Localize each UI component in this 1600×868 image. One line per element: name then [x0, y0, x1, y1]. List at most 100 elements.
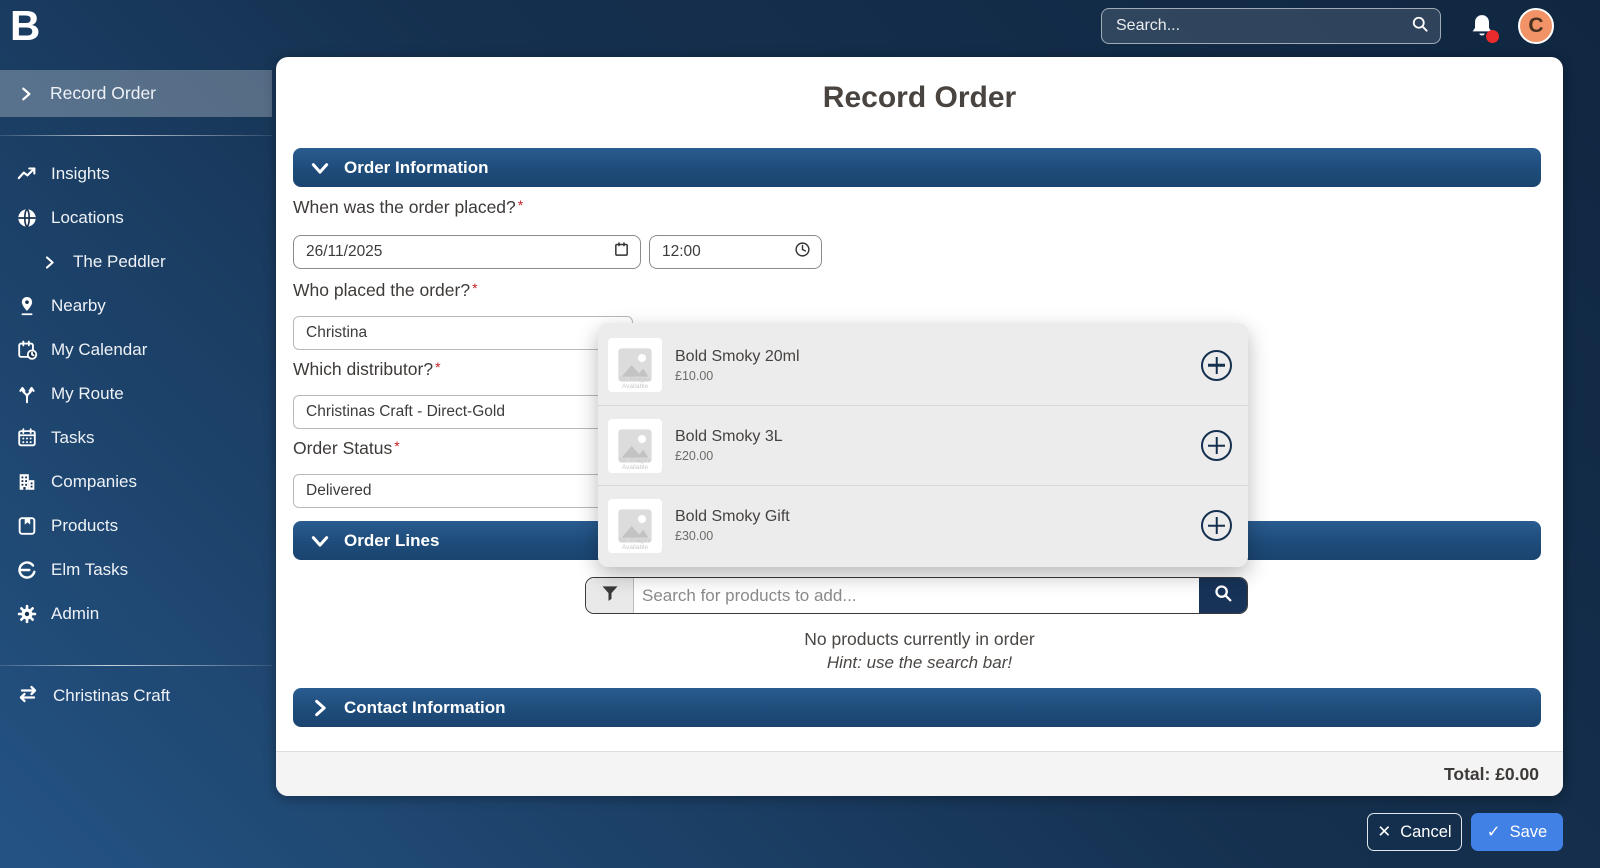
- distributor-label: Which distributor?*: [293, 359, 441, 380]
- chevron-right-icon: [38, 251, 60, 273]
- add-product-button[interactable]: [1201, 350, 1232, 381]
- section-title: Order Information: [344, 158, 489, 178]
- order-total: Total: £0.00: [1444, 764, 1539, 785]
- sidebar-item-nearby[interactable]: Nearby: [0, 284, 272, 328]
- sidebar-item-tasks[interactable]: Tasks: [0, 416, 272, 460]
- sidebar-item-label: My Route: [51, 384, 124, 404]
- sidebar-item-the-peddler[interactable]: The Peddler: [0, 240, 272, 284]
- search-icon: [1410, 14, 1430, 39]
- no-image-caption: No Images Available: [608, 376, 662, 390]
- sidebar-item-insights[interactable]: Insights: [0, 152, 272, 196]
- map-pin-icon: [16, 295, 38, 317]
- product-result-row[interactable]: No Images Available Bold Smoky 20ml £10.…: [598, 325, 1248, 405]
- trend-up-icon: [16, 163, 38, 185]
- sidebar-item-label: Locations: [51, 208, 124, 228]
- close-icon: ✕: [1377, 822, 1391, 842]
- sidebar-item-my-route[interactable]: My Route: [0, 372, 272, 416]
- sidebar-item-locations[interactable]: Locations: [0, 196, 272, 240]
- who-label: Who placed the order?*: [293, 280, 478, 301]
- product-image-placeholder: No Images Available: [608, 499, 662, 553]
- global-search[interactable]: [1101, 8, 1441, 44]
- product-price: £30.00: [675, 529, 1201, 543]
- chevron-right-icon: [310, 698, 330, 718]
- product-info: Bold Smoky Gift £30.00: [675, 508, 1201, 543]
- sidebar-item-label: Insights: [51, 164, 110, 184]
- product-info: Bold Smoky 3L £20.00: [675, 428, 1201, 463]
- page-title: Record Order: [276, 81, 1563, 115]
- add-product-button[interactable]: [1201, 510, 1232, 541]
- time-input[interactable]: 12:00: [649, 235, 822, 269]
- required-marker: *: [394, 438, 399, 454]
- check-icon: ✓: [1487, 822, 1501, 842]
- notifications-button[interactable]: [1467, 11, 1501, 47]
- form-actions: ✕ Cancel ✓ Save: [0, 796, 1600, 868]
- chevron-down-icon: [310, 158, 330, 178]
- section-title: Order Lines: [344, 531, 439, 551]
- app-logo[interactable]: B: [10, 2, 39, 50]
- sidebar-item-label: Companies: [51, 472, 137, 492]
- save-button[interactable]: ✓ Save: [1471, 813, 1563, 851]
- empty-order-hint: Hint: use the search bar!: [276, 653, 1563, 673]
- sidebar-divider: [0, 665, 272, 666]
- topbar: B C: [0, 0, 1600, 57]
- no-image-caption: No Images Available: [608, 537, 662, 551]
- product-search-input[interactable]: [634, 578, 1199, 613]
- route-icon: [16, 383, 38, 405]
- product-info: Bold Smoky 20ml £10.00: [675, 348, 1201, 383]
- sidebar-item-elm-tasks[interactable]: Elm Tasks: [0, 548, 272, 592]
- sidebar-item-my-calendar[interactable]: My Calendar: [0, 328, 272, 372]
- global-search-input[interactable]: [1116, 17, 1410, 35]
- sidebar-item-label: Tasks: [51, 428, 94, 448]
- product-result-row[interactable]: No Images Available Bold Smoky Gift £30.…: [598, 485, 1248, 565]
- product-search-bar: [585, 577, 1248, 614]
- product-search-button[interactable]: [1199, 578, 1247, 613]
- product-image-placeholder: No Images Available: [608, 419, 662, 473]
- sidebar-item-label: My Calendar: [51, 340, 147, 360]
- distributor-select[interactable]: Christinas Craft - Direct-Gold: [293, 395, 633, 429]
- status-select[interactable]: Delivered: [293, 474, 633, 508]
- product-result-row[interactable]: No Images Available Bold Smoky 3L £20.00: [598, 405, 1248, 485]
- add-product-button[interactable]: [1201, 430, 1232, 461]
- filter-button[interactable]: [586, 578, 634, 613]
- globe-icon: [16, 207, 38, 229]
- product-results-dropdown: No Images Available Bold Smoky 20ml £10.…: [598, 323, 1248, 567]
- section-order-information[interactable]: Order Information: [293, 148, 1541, 187]
- avatar[interactable]: C: [1518, 8, 1554, 44]
- empty-order-message: No products currently in order: [276, 629, 1563, 650]
- product-name: Bold Smoky Gift: [675, 508, 1201, 526]
- sidebar-item-products[interactable]: Products: [0, 504, 272, 548]
- filter-icon: [600, 583, 620, 608]
- calendar-clock-icon: [16, 339, 38, 361]
- notification-badge: [1486, 30, 1499, 43]
- date-label: When was the order placed?*: [293, 197, 523, 218]
- book-bookmark-icon: [16, 515, 38, 537]
- sidebar-item-label: Admin: [51, 604, 99, 624]
- required-marker: *: [472, 280, 477, 296]
- who-select[interactable]: Christina: [293, 316, 633, 350]
- sidebar-item-christinas-craft[interactable]: Christinas Craft: [0, 674, 272, 718]
- gear-icon: [16, 603, 38, 625]
- sidebar-item-companies[interactable]: Companies: [0, 460, 272, 504]
- product-name: Bold Smoky 3L: [675, 428, 1201, 446]
- swap-arrows-icon: [16, 682, 40, 711]
- clock-icon[interactable]: [794, 241, 811, 263]
- calendar-icon[interactable]: [613, 241, 630, 263]
- product-image-placeholder: No Images Available: [608, 338, 662, 392]
- required-marker: *: [435, 359, 440, 375]
- chevron-down-icon: [310, 531, 330, 551]
- chevron-right-icon: [18, 86, 34, 102]
- search-icon: [1212, 582, 1234, 609]
- sidebar-item-admin[interactable]: Admin: [0, 592, 272, 636]
- required-marker: *: [518, 197, 523, 213]
- sidebar-item-label: Christinas Craft: [53, 686, 170, 706]
- sidebar-item-label: Nearby: [51, 296, 106, 316]
- cancel-button[interactable]: ✕ Cancel: [1367, 813, 1462, 851]
- date-input[interactable]: 26/11/2025: [293, 235, 641, 269]
- sidebar-item-label: Products: [51, 516, 118, 536]
- record-order-panel: Record Order Order Information When was …: [276, 57, 1563, 796]
- section-contact-information[interactable]: Contact Information: [293, 688, 1541, 727]
- sidebar: Record Order Insights Locations: [0, 57, 272, 868]
- sidebar-item-record-order[interactable]: Record Order: [0, 70, 272, 117]
- sidebar-item-label: Elm Tasks: [51, 560, 128, 580]
- sidebar-item-label: Record Order: [50, 83, 156, 104]
